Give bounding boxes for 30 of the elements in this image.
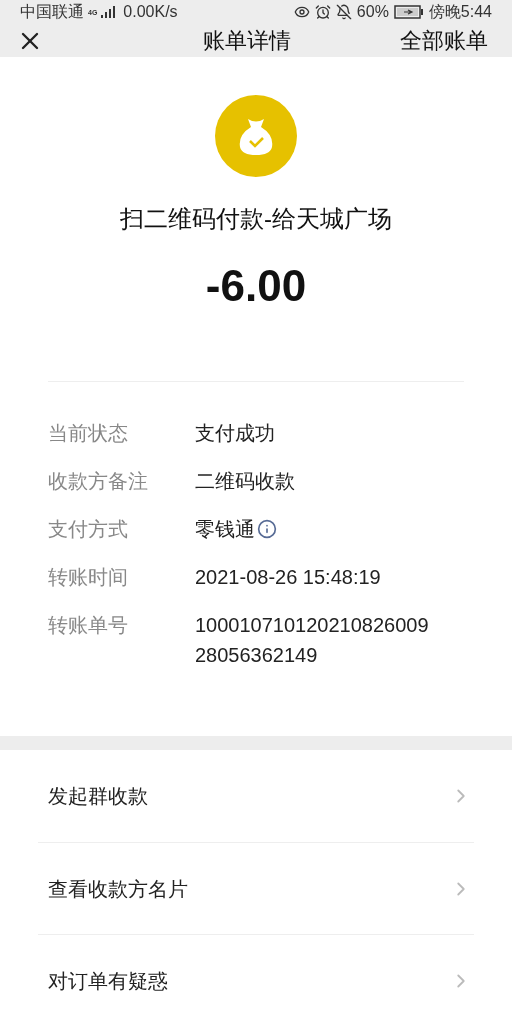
eye-icon xyxy=(293,4,310,20)
action-row[interactable]: 查看收款方名片 xyxy=(38,842,474,934)
all-bills-link[interactable]: 全部账单 xyxy=(400,24,496,57)
signal-icon xyxy=(101,6,116,18)
action-label: 发起群收款 xyxy=(48,784,148,809)
battery-icon xyxy=(393,5,424,19)
info-icon[interactable] xyxy=(257,519,277,539)
detail-label: 转账时间 xyxy=(48,565,129,590)
detail-label: 当前状态 xyxy=(48,421,129,446)
action-row[interactable]: 对订单有疑惑 xyxy=(38,934,474,1024)
payment-amount: -6.00 xyxy=(205,260,307,312)
network-speed: 0.00K/s xyxy=(123,2,178,22)
page-title: 账单详情 xyxy=(203,27,291,55)
alarm-icon xyxy=(314,4,331,20)
detail-value: 10001071012021082600928056362149 xyxy=(195,613,430,668)
carrier-name: 中国联通 xyxy=(20,2,84,22)
clock-time: 傍晚5:44 xyxy=(428,2,492,22)
action-row[interactable]: 发起群收款 xyxy=(38,750,474,842)
action-label: 对订单有疑惑 xyxy=(48,968,168,994)
battery-percent: 60% xyxy=(356,2,389,22)
detail-value: 二维码收款 xyxy=(195,469,296,494)
bell-off-icon xyxy=(335,4,352,20)
payment-title: 扫二维码付款-给天城广场 xyxy=(120,204,392,234)
detail-label: 支付方式 xyxy=(48,517,129,542)
detail-label: 收款方备注 xyxy=(48,469,149,494)
detail-value: 支付成功 xyxy=(195,421,276,446)
detail-label: 转账单号 xyxy=(48,613,129,638)
detail-value: 零钱通 xyxy=(195,517,255,542)
action-label: 查看收款方名片 xyxy=(48,876,188,902)
detail-value: 2021-08-26 15:48:19 xyxy=(195,565,382,590)
